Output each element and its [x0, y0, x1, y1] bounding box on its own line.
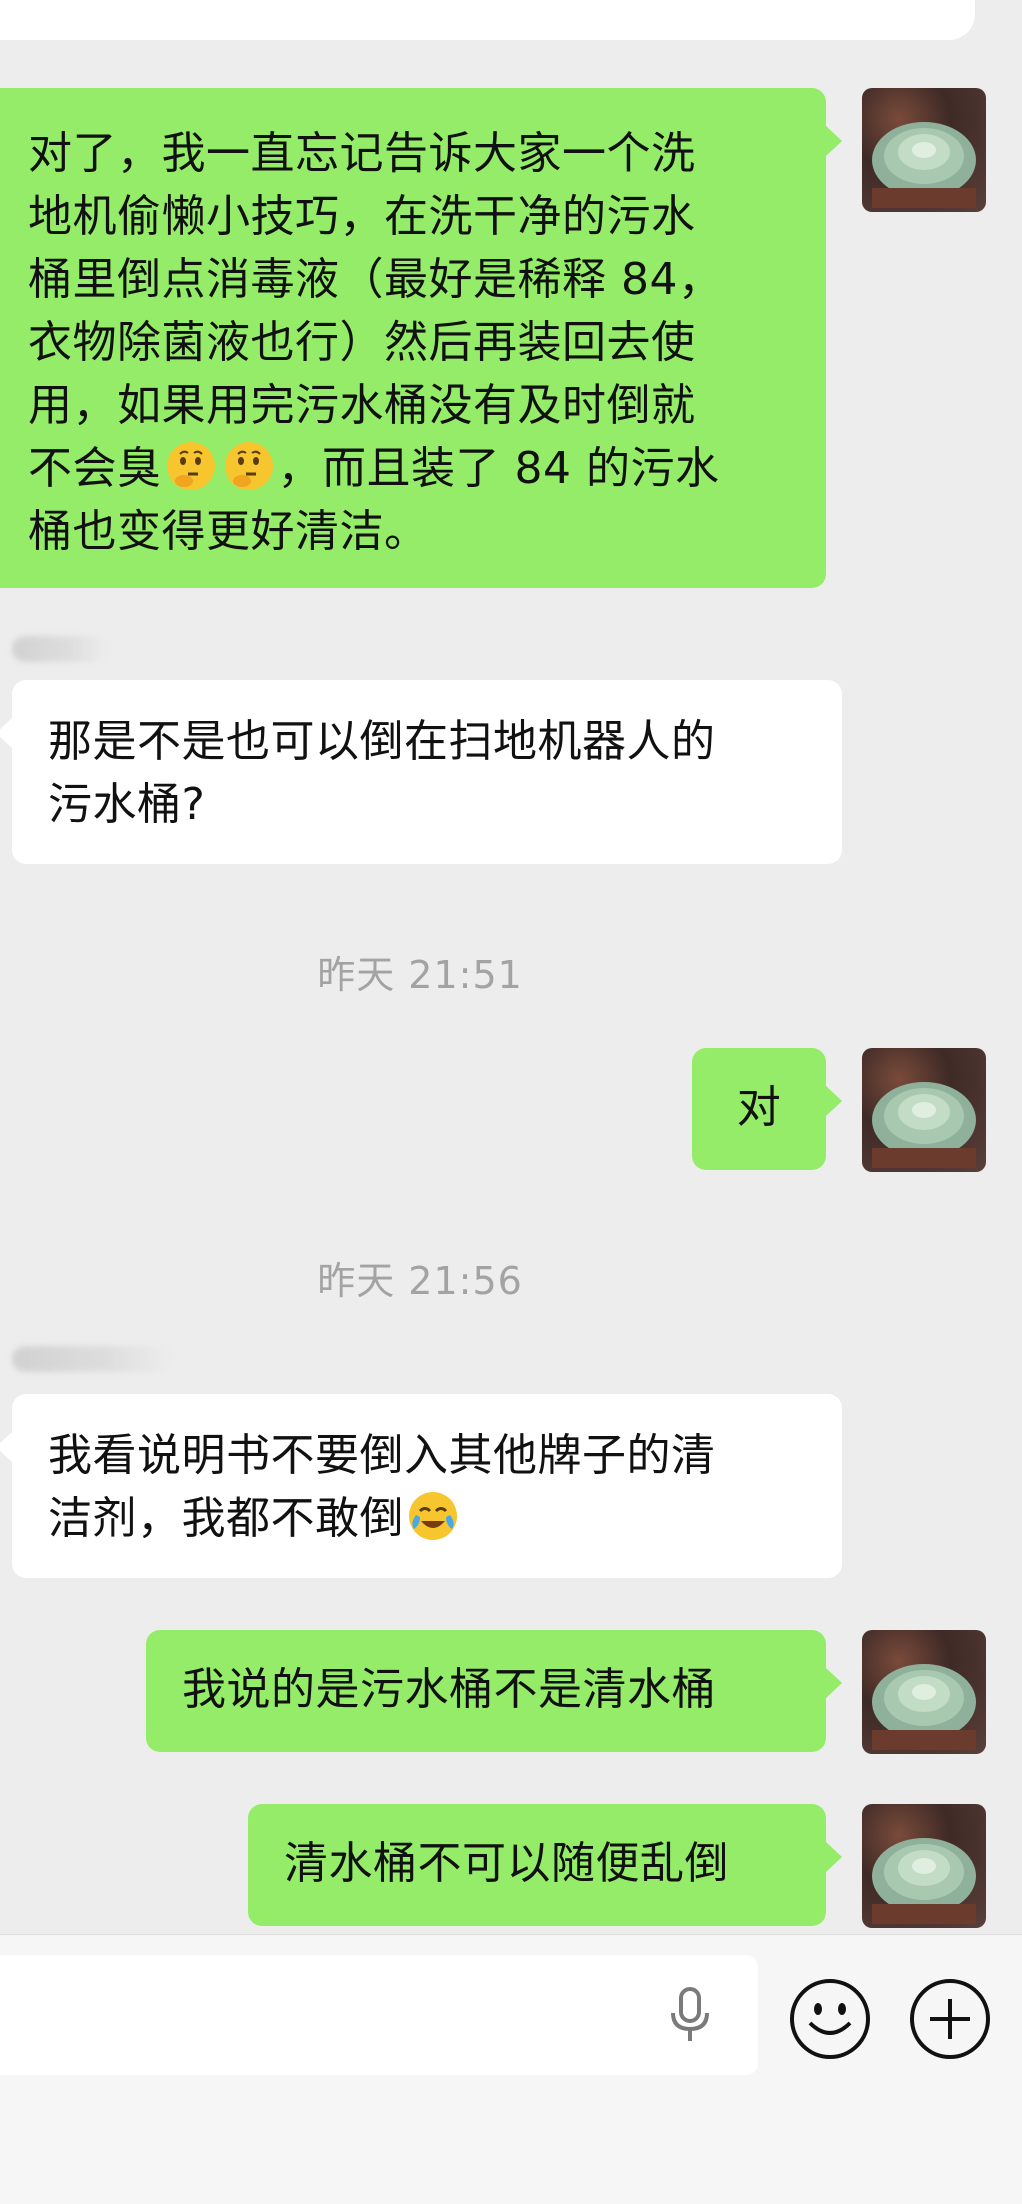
- timestamp: 昨天 21:56: [317, 1259, 523, 1303]
- chat-input-bar: [0, 1934, 1022, 2204]
- message-bubble-sent[interactable]: 我说的是污水桶不是清水桶: [146, 1630, 842, 1752]
- message-line: 桶里倒点消毒液（最好是稀释 84，: [28, 254, 723, 305]
- message-line: 我看说明书不要倒入其他牌子的清: [48, 1430, 716, 1481]
- message-bubble-received[interactable]: 那是不是也可以倒在扫地机器人的 污水桶?: [0, 680, 842, 864]
- smiley-face-icon[interactable]: [788, 1977, 872, 2061]
- message-line: 洁剂，我都不敢倒: [48, 1487, 822, 1550]
- microphone-icon[interactable]: [665, 1985, 715, 2045]
- thinking-face-emoji: [224, 442, 273, 490]
- message-line: 桶也变得更好清洁。: [28, 506, 429, 557]
- crying-laughing-emoji: [409, 1492, 457, 1540]
- previous-message-bubble-edge: [0, 0, 975, 40]
- message-line: 用，如果用完污水桶没有及时倒就: [28, 380, 696, 431]
- message-text: 对: [736, 1082, 782, 1133]
- message-bubble-sent[interactable]: 对了，我一直忘记告诉大家一个洗 地机偷懒小技巧，在洗干净的污水 桶里倒点消毒液（…: [0, 88, 842, 588]
- my-avatar[interactable]: [862, 88, 986, 212]
- message-bubble-received[interactable]: 我看说明书不要倒入其他牌子的清 洁剂，我都不敢倒: [0, 1394, 842, 1578]
- message-text: 我说的是污水桶不是清水桶: [182, 1664, 716, 1715]
- timestamp: 昨天 21:51: [317, 953, 523, 997]
- message-line: 对了，我一直忘记告诉大家一个洗: [28, 128, 696, 179]
- message-line: 污水桶?: [48, 779, 206, 830]
- message-text: 不会臭: [28, 443, 162, 494]
- thinking-face-emoji: [166, 442, 215, 490]
- message-bubble-sent[interactable]: 对: [692, 1048, 842, 1170]
- message-line: 不会臭 ，而且装了 84 的污水: [28, 437, 806, 500]
- sender-name-blurred: [12, 636, 108, 662]
- sender-name-blurred: [12, 1346, 172, 1372]
- message-line: 那是不是也可以倒在扫地机器人的: [48, 716, 716, 767]
- message-line: 地机偷懒小技巧，在洗干净的污水: [28, 191, 696, 242]
- message-input[interactable]: [0, 1955, 758, 2075]
- my-avatar[interactable]: [862, 1048, 986, 1172]
- message-bubble-sent[interactable]: 清水桶不可以随便乱倒: [248, 1804, 842, 1926]
- message-text: 洁剂，我都不敢倒: [48, 1493, 404, 1544]
- message-line: 衣物除菌液也行）然后再装回去使: [28, 317, 696, 368]
- my-avatar[interactable]: [862, 1804, 986, 1928]
- plus-circle-icon[interactable]: [908, 1977, 992, 2061]
- my-avatar[interactable]: [862, 1630, 986, 1754]
- message-text: ，而且装了 84 的污水: [277, 443, 720, 494]
- message-text: 清水桶不可以随便乱倒: [284, 1838, 729, 1889]
